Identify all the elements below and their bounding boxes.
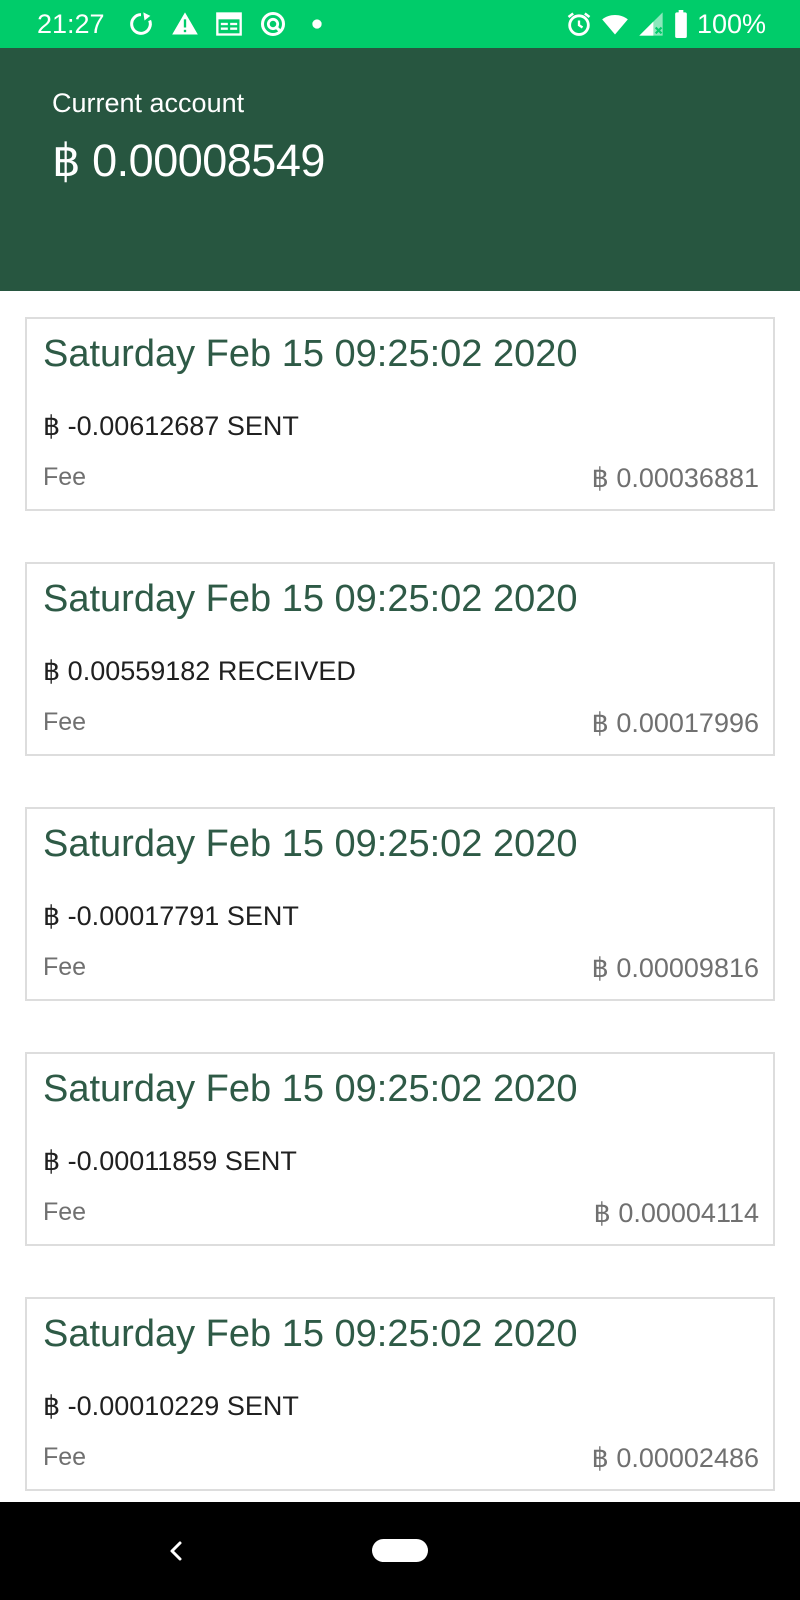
sync-icon (127, 10, 155, 38)
signal-icon (637, 10, 665, 38)
transaction-card[interactable]: Saturday Feb 15 09:25:02 2020 ฿ -0.00010… (25, 1297, 775, 1491)
transaction-date: Saturday Feb 15 09:25:02 2020 (43, 1068, 578, 1110)
transaction-card[interactable]: Saturday Feb 15 09:25:02 2020 ฿ -0.00017… (25, 807, 775, 1001)
transaction-amount: ฿ -0.00612687 SENT (43, 411, 299, 441)
back-icon[interactable] (162, 1536, 192, 1566)
account-balance: ฿ 0.00008549 (52, 135, 325, 186)
system-nav-bar (0, 1502, 800, 1600)
transaction-date: Saturday Feb 15 09:25:02 2020 (43, 578, 578, 620)
wifi-icon (601, 10, 629, 38)
transaction-date: Saturday Feb 15 09:25:02 2020 (43, 333, 578, 375)
battery-icon (673, 10, 689, 38)
alarm-icon (565, 10, 593, 38)
fee-value: ฿ 0.00036881 (591, 463, 759, 493)
warning-icon (171, 10, 199, 38)
transaction-amount: ฿ -0.00017791 SENT (43, 901, 299, 931)
fee-value: ฿ 0.00004114 (593, 1198, 759, 1228)
calendar-icon (215, 10, 243, 38)
status-time: 21:27 (37, 8, 105, 39)
status-bar: 21:27 100% (0, 0, 800, 48)
battery-percentage: 100% (696, 8, 766, 39)
notification-dot-icon (303, 10, 331, 38)
fee-label: Fee (43, 1443, 87, 1471)
transaction-card[interactable]: Saturday Feb 15 09:25:02 2020 ฿ 0.005591… (25, 562, 775, 756)
fee-value: ฿ 0.00009816 (591, 953, 759, 983)
fee-label: Fee (43, 1198, 87, 1226)
transaction-amount: ฿ -0.00010229 SENT (43, 1391, 299, 1421)
transaction-card[interactable]: Saturday Feb 15 09:25:02 2020 ฿ -0.00612… (25, 317, 775, 511)
fee-label: Fee (43, 463, 87, 491)
transaction-date: Saturday Feb 15 09:25:02 2020 (43, 823, 578, 865)
fee-value: ฿ 0.00017996 (591, 708, 759, 738)
fee-label: Fee (43, 953, 87, 981)
status-left: 21:27 (37, 9, 347, 40)
data-saver-icon (259, 10, 287, 38)
transaction-date: Saturday Feb 15 09:25:02 2020 (43, 1313, 578, 1355)
transaction-amount: ฿ -0.00011859 SENT (43, 1146, 297, 1176)
status-right: 100% (565, 9, 766, 40)
account-header: Current account ฿ 0.00008549 (0, 48, 800, 291)
fee-value: ฿ 0.00002486 (591, 1443, 759, 1473)
account-label: Current account (52, 88, 245, 118)
home-button[interactable] (372, 1539, 428, 1562)
fee-label: Fee (43, 708, 87, 736)
transaction-card[interactable]: Saturday Feb 15 09:25:02 2020 ฿ -0.00011… (25, 1052, 775, 1246)
transaction-amount: ฿ 0.00559182 RECEIVED (43, 656, 356, 686)
